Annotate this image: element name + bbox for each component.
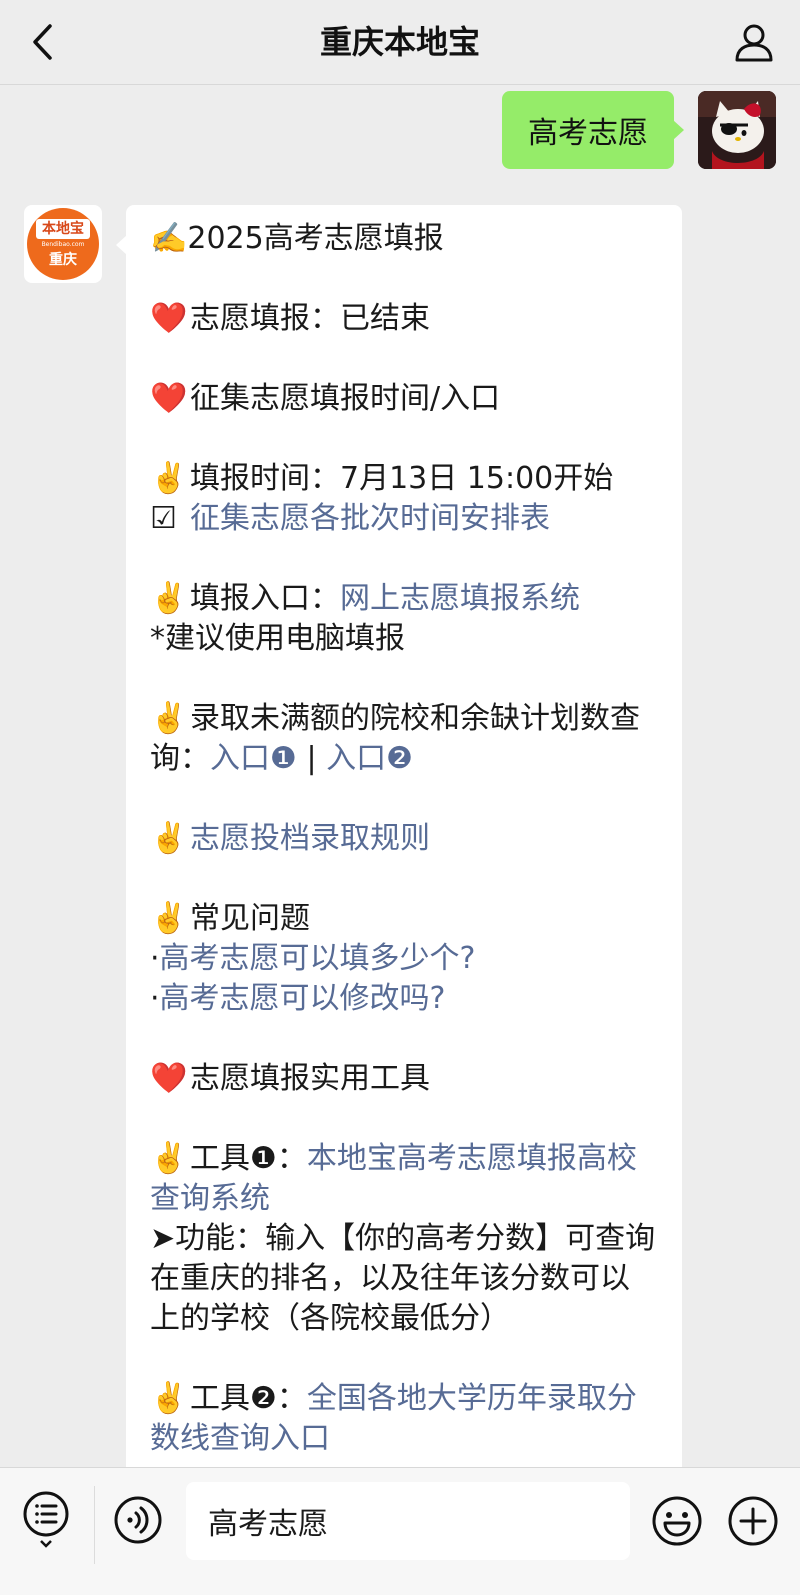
divider bbox=[94, 1486, 95, 1564]
msg-line: ✌️常见问题 bbox=[150, 899, 658, 939]
entry-link-2[interactable]: 入口❷ bbox=[326, 741, 413, 776]
top-bar: 重庆本地宝 bbox=[0, 0, 800, 85]
bottom-input-bar: 高考志愿 bbox=[0, 1467, 800, 1595]
incoming-message: ✍️2025高考志愿填报 ❤️志愿填报：已结束 ❤️征集志愿填报时间/入口 ✌️… bbox=[116, 205, 682, 1467]
msg-line: ✌️工具❷：全国各地大学历年录取分数线查询入口 bbox=[150, 1381, 637, 1456]
profile-icon bbox=[735, 24, 773, 62]
emoji-icon bbox=[652, 1496, 702, 1546]
heart-icon: ❤️ bbox=[150, 301, 188, 336]
logo-city-text: 重庆 bbox=[49, 252, 77, 268]
victory-hand-icon: ✌️ bbox=[150, 821, 188, 856]
heart-icon: ❤️ bbox=[150, 381, 188, 416]
menu-list-icon bbox=[23, 1491, 69, 1548]
victory-hand-icon: ✌️ bbox=[150, 461, 188, 496]
msg-line: ✌️工具❶：本地宝高考志愿填报高校查询系统 bbox=[150, 1141, 637, 1216]
chat-area[interactable]: 高考志愿 本地宝 Bendibao.com 重庆 ✍️2025高考志愿填报 ❤️… bbox=[0, 85, 800, 1467]
msg-line: ☑ 征集志愿各批次时间安排表 bbox=[150, 499, 658, 539]
msg-paragraph: ➤功能：输入【你的高考分数】可查询在重庆的排名，以及往年该分数可以上的学校（各院… bbox=[150, 1221, 656, 1336]
voice-button[interactable] bbox=[112, 1494, 164, 1546]
msg-line: ✌️填报时间：7月13日 15:00开始 bbox=[150, 459, 658, 499]
logo-url-text: Bendibao.com bbox=[41, 241, 85, 248]
victory-hand-icon: ✌️ bbox=[150, 581, 188, 616]
rules-link[interactable]: 志愿投档录取规则 bbox=[190, 821, 430, 856]
logo-brand-text: 本地宝 bbox=[36, 219, 90, 239]
plus-icon bbox=[728, 1496, 778, 1546]
plus-button[interactable] bbox=[726, 1494, 780, 1548]
msg-line: ❤️志愿填报实用工具 bbox=[150, 1059, 658, 1099]
msg-line: ❤️征集志愿填报时间/入口 bbox=[150, 379, 658, 419]
checkbox-icon: ☑ bbox=[150, 501, 177, 536]
msg-line: ✌️录取未满额的院校和余缺计划数查询：入口❶ | 入口❷ bbox=[150, 701, 640, 776]
schedule-link[interactable]: 征集志愿各批次时间安排表 bbox=[190, 501, 550, 536]
faq-link-1[interactable]: 高考志愿可以填多少个? bbox=[160, 941, 476, 976]
msg-line: ✌️志愿投档录取规则 bbox=[150, 819, 658, 859]
bendibao-avatar[interactable]: 本地宝 Bendibao.com 重庆 bbox=[24, 205, 102, 283]
emoji-button[interactable] bbox=[650, 1494, 704, 1548]
heart-icon: ❤️ bbox=[150, 1061, 188, 1096]
victory-hand-icon: ✌️ bbox=[150, 701, 188, 736]
profile-button[interactable] bbox=[730, 20, 778, 64]
msg-line: ·高考志愿可以填多少个? bbox=[150, 941, 476, 976]
msg-line: ·高考志愿可以修改吗? bbox=[150, 981, 446, 1016]
outgoing-message[interactable]: 高考志愿 bbox=[502, 91, 684, 169]
user-avatar[interactable] bbox=[698, 91, 776, 169]
online-system-link[interactable]: 网上志愿填报系统 bbox=[340, 581, 580, 616]
victory-hand-icon: ✌️ bbox=[150, 1381, 188, 1416]
hello-kitty-avatar-image bbox=[698, 91, 776, 169]
menu-button[interactable] bbox=[20, 1488, 72, 1550]
victory-hand-icon: ✌️ bbox=[150, 901, 188, 936]
page-title: 重庆本地宝 bbox=[319, 23, 480, 61]
faq-link-2[interactable]: 高考志愿可以修改吗? bbox=[160, 981, 446, 1016]
message-input[interactable]: 高考志愿 bbox=[186, 1482, 630, 1560]
msg-line: ❤️志愿填报：已结束 bbox=[150, 299, 658, 339]
msg-heading: ✍️2025高考志愿填报 bbox=[150, 221, 444, 256]
entry-link-1[interactable]: 入口❶ bbox=[210, 741, 297, 776]
voice-icon bbox=[114, 1496, 162, 1544]
msg-note: *建议使用电脑填报 bbox=[150, 621, 405, 656]
bendibao-logo: 本地宝 Bendibao.com 重庆 bbox=[27, 208, 99, 280]
msg-line: ✌️填报入口：网上志愿填报系统 bbox=[150, 579, 658, 619]
victory-hand-icon: ✌️ bbox=[150, 1141, 188, 1176]
